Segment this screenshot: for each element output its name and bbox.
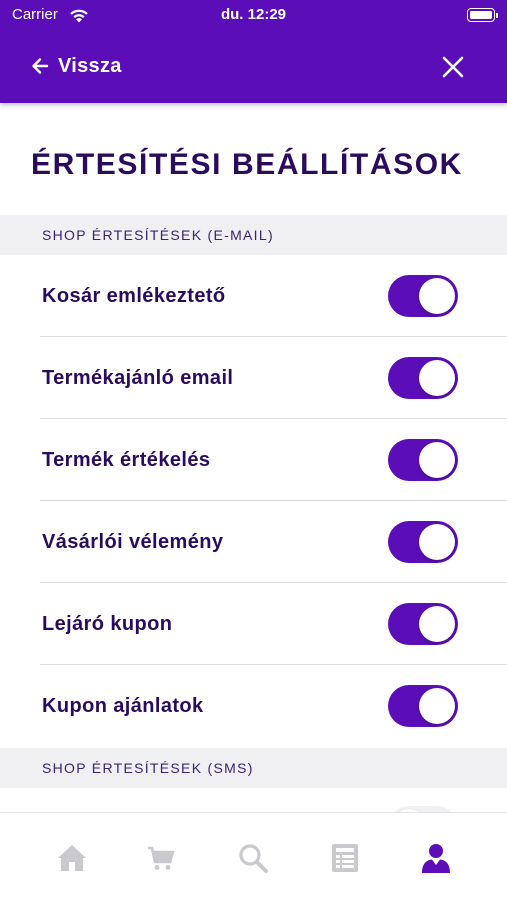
clock: du. 12:29 [220,6,287,23]
setting-label: Lejáró kupon [42,613,173,635]
back-button[interactable]: Vissza [30,50,122,82]
app-header: Carrier du. 12:29 Vissza [0,0,507,103]
section-title: SHOP ÉRTESÍTÉSEK (SMS) [42,760,254,776]
toggle-knob [419,606,455,642]
search-icon [239,844,268,873]
toggle-switch[interactable] [388,685,458,727]
list-icon [332,844,358,872]
toggle-knob [419,688,455,724]
setting-label: Termékajánló email [42,367,234,389]
setting-label: Kupon ajánlatok [42,695,204,717]
tab-home[interactable] [55,841,89,875]
toggle-switch[interactable] [388,603,458,645]
battery-icon [467,8,498,22]
arrow-left-icon [32,58,49,74]
tab-list[interactable] [328,841,362,875]
setting-label: Termék értékelés [42,449,211,471]
setting-row-expiring-coupon: Lejáró kupon [0,583,507,665]
toggle-knob [419,442,455,478]
setting-row-customer-review: Vásárlói vélemény [0,501,507,583]
toggle-switch[interactable] [388,275,458,317]
section-title: SHOP ÉRTESÍTÉSEK (E-MAIL) [42,227,274,243]
section-header-email: SHOP ÉRTESÍTÉSEK (E-MAIL) [0,215,507,255]
profile-icon [422,844,450,873]
section-header-sms: SHOP ÉRTESÍTÉSEK (SMS) [0,748,507,788]
toggle-switch[interactable] [388,521,458,563]
close-icon[interactable] [440,54,466,80]
toggle-switch[interactable] [388,357,458,399]
toggle-knob [419,524,455,560]
setting-row-product-rating: Termék értékelés [0,419,507,501]
toggle-knob [419,278,455,314]
home-icon [58,845,86,871]
tab-bar [0,812,507,900]
tab-profile[interactable] [419,841,453,875]
setting-row-cart-reminder: Kosár emlékeztető [0,255,507,337]
setting-label: Vásárlói vélemény [42,531,224,553]
status-bar: Carrier du. 12:29 [0,0,507,32]
toggle-knob [419,360,455,396]
cart-icon [148,846,175,870]
setting-label: Kosár emlékeztető [42,285,226,307]
page-title: ÉRTESÍTÉSI BEÁLLÍTÁSOK [31,148,463,181]
tab-search[interactable] [236,841,270,875]
setting-row-product-recommendation: Termékajánló email [0,337,507,419]
toggle-switch[interactable] [388,439,458,481]
setting-row-coupon-offers: Kupon ajánlatok [0,665,507,747]
tab-cart[interactable] [143,841,177,875]
back-label: Vissza [58,54,122,77]
